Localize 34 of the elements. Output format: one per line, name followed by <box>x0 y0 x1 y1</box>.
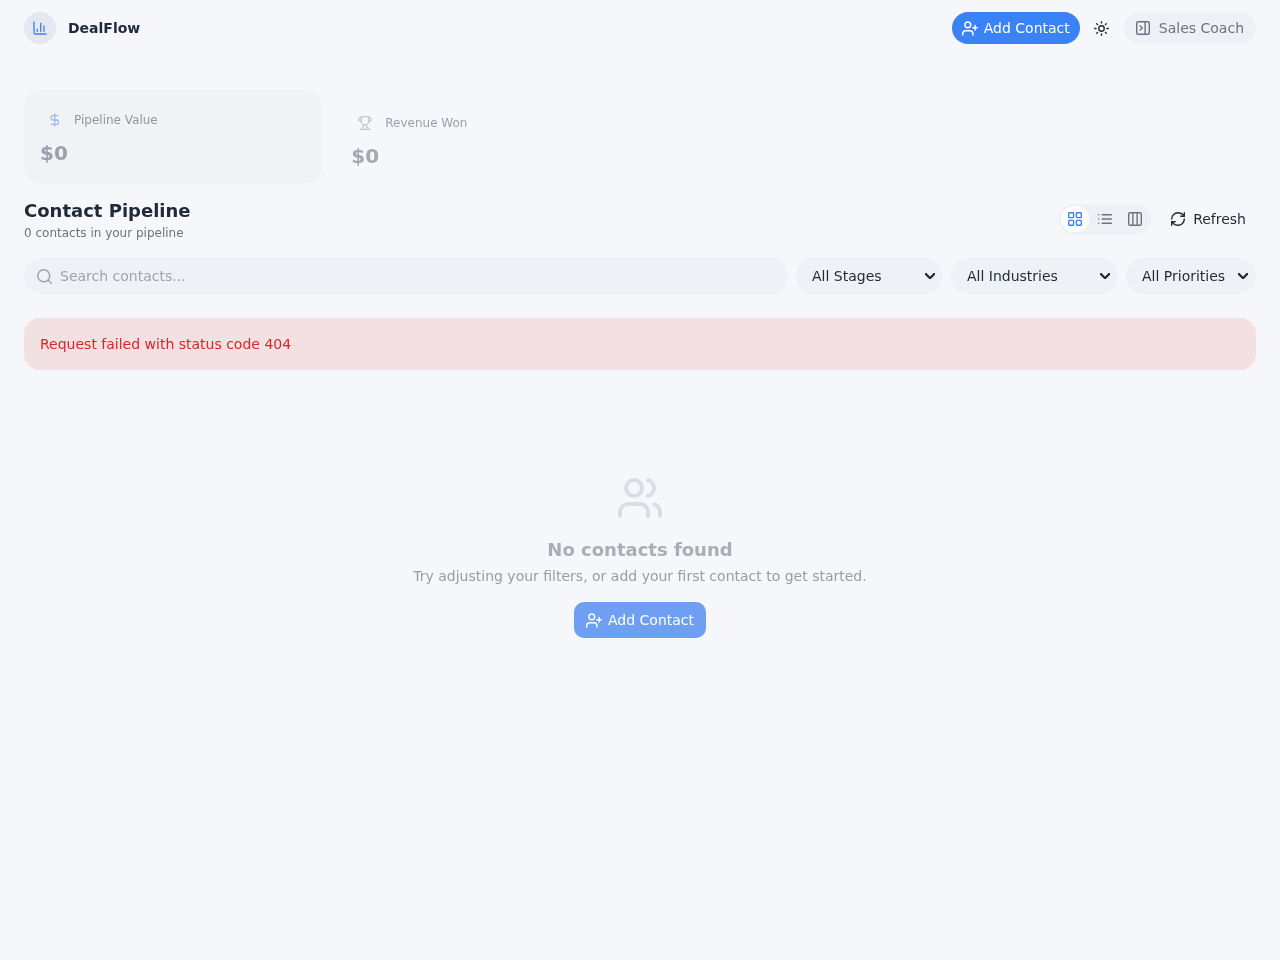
chart-logo-icon <box>24 12 56 44</box>
search-field[interactable]: Search contacts... <box>24 258 788 294</box>
stage-filter-select[interactable]: All Stages <box>796 258 943 294</box>
section-title: Contact Pipeline <box>24 199 191 223</box>
industry-filter-select[interactable]: All Industries <box>951 258 1118 294</box>
brand-name: DealFlow <box>68 20 141 36</box>
sales-coach-button[interactable]: Sales Coach <box>1123 12 1256 44</box>
contact-count: 0 contacts in your pipeline <box>24 225 185 241</box>
search-icon <box>37 269 52 284</box>
grid-icon <box>1068 212 1083 226</box>
list-icon <box>1098 214 1113 224</box>
stat-label: Pipeline Value <box>74 113 158 127</box>
user-plus-icon <box>961 20 978 36</box>
stat-value: $0 <box>40 140 69 167</box>
priority-filter-select[interactable]: All Priorities <box>1126 258 1256 294</box>
add-contact-button[interactable]: Add Contact <box>951 12 1080 44</box>
trophy-icon <box>358 116 373 130</box>
empty-state-title: No contacts found <box>547 538 733 562</box>
panel-icon <box>1135 21 1150 35</box>
stat-value: $0 <box>351 143 381 170</box>
refresh-button[interactable]: Refresh <box>1161 203 1256 235</box>
sun-icon <box>1094 20 1110 36</box>
users-icon <box>618 478 662 518</box>
columns-icon <box>1128 212 1143 226</box>
error-message: Request failed with status code 404 <box>40 336 292 352</box>
dollar-icon <box>49 113 59 127</box>
refresh-icon <box>1171 212 1186 226</box>
grid-view-button[interactable] <box>1061 206 1090 232</box>
chevron-down-icon <box>1238 273 1248 279</box>
user-plus-icon <box>586 612 602 628</box>
chevron-down-icon <box>1100 273 1110 279</box>
stat-label: Revenue Won <box>385 116 468 130</box>
chevron-down-icon <box>925 273 935 279</box>
empty-state-message: Try adjusting your filters, or add your first contact to get started. <box>413 567 867 586</box>
